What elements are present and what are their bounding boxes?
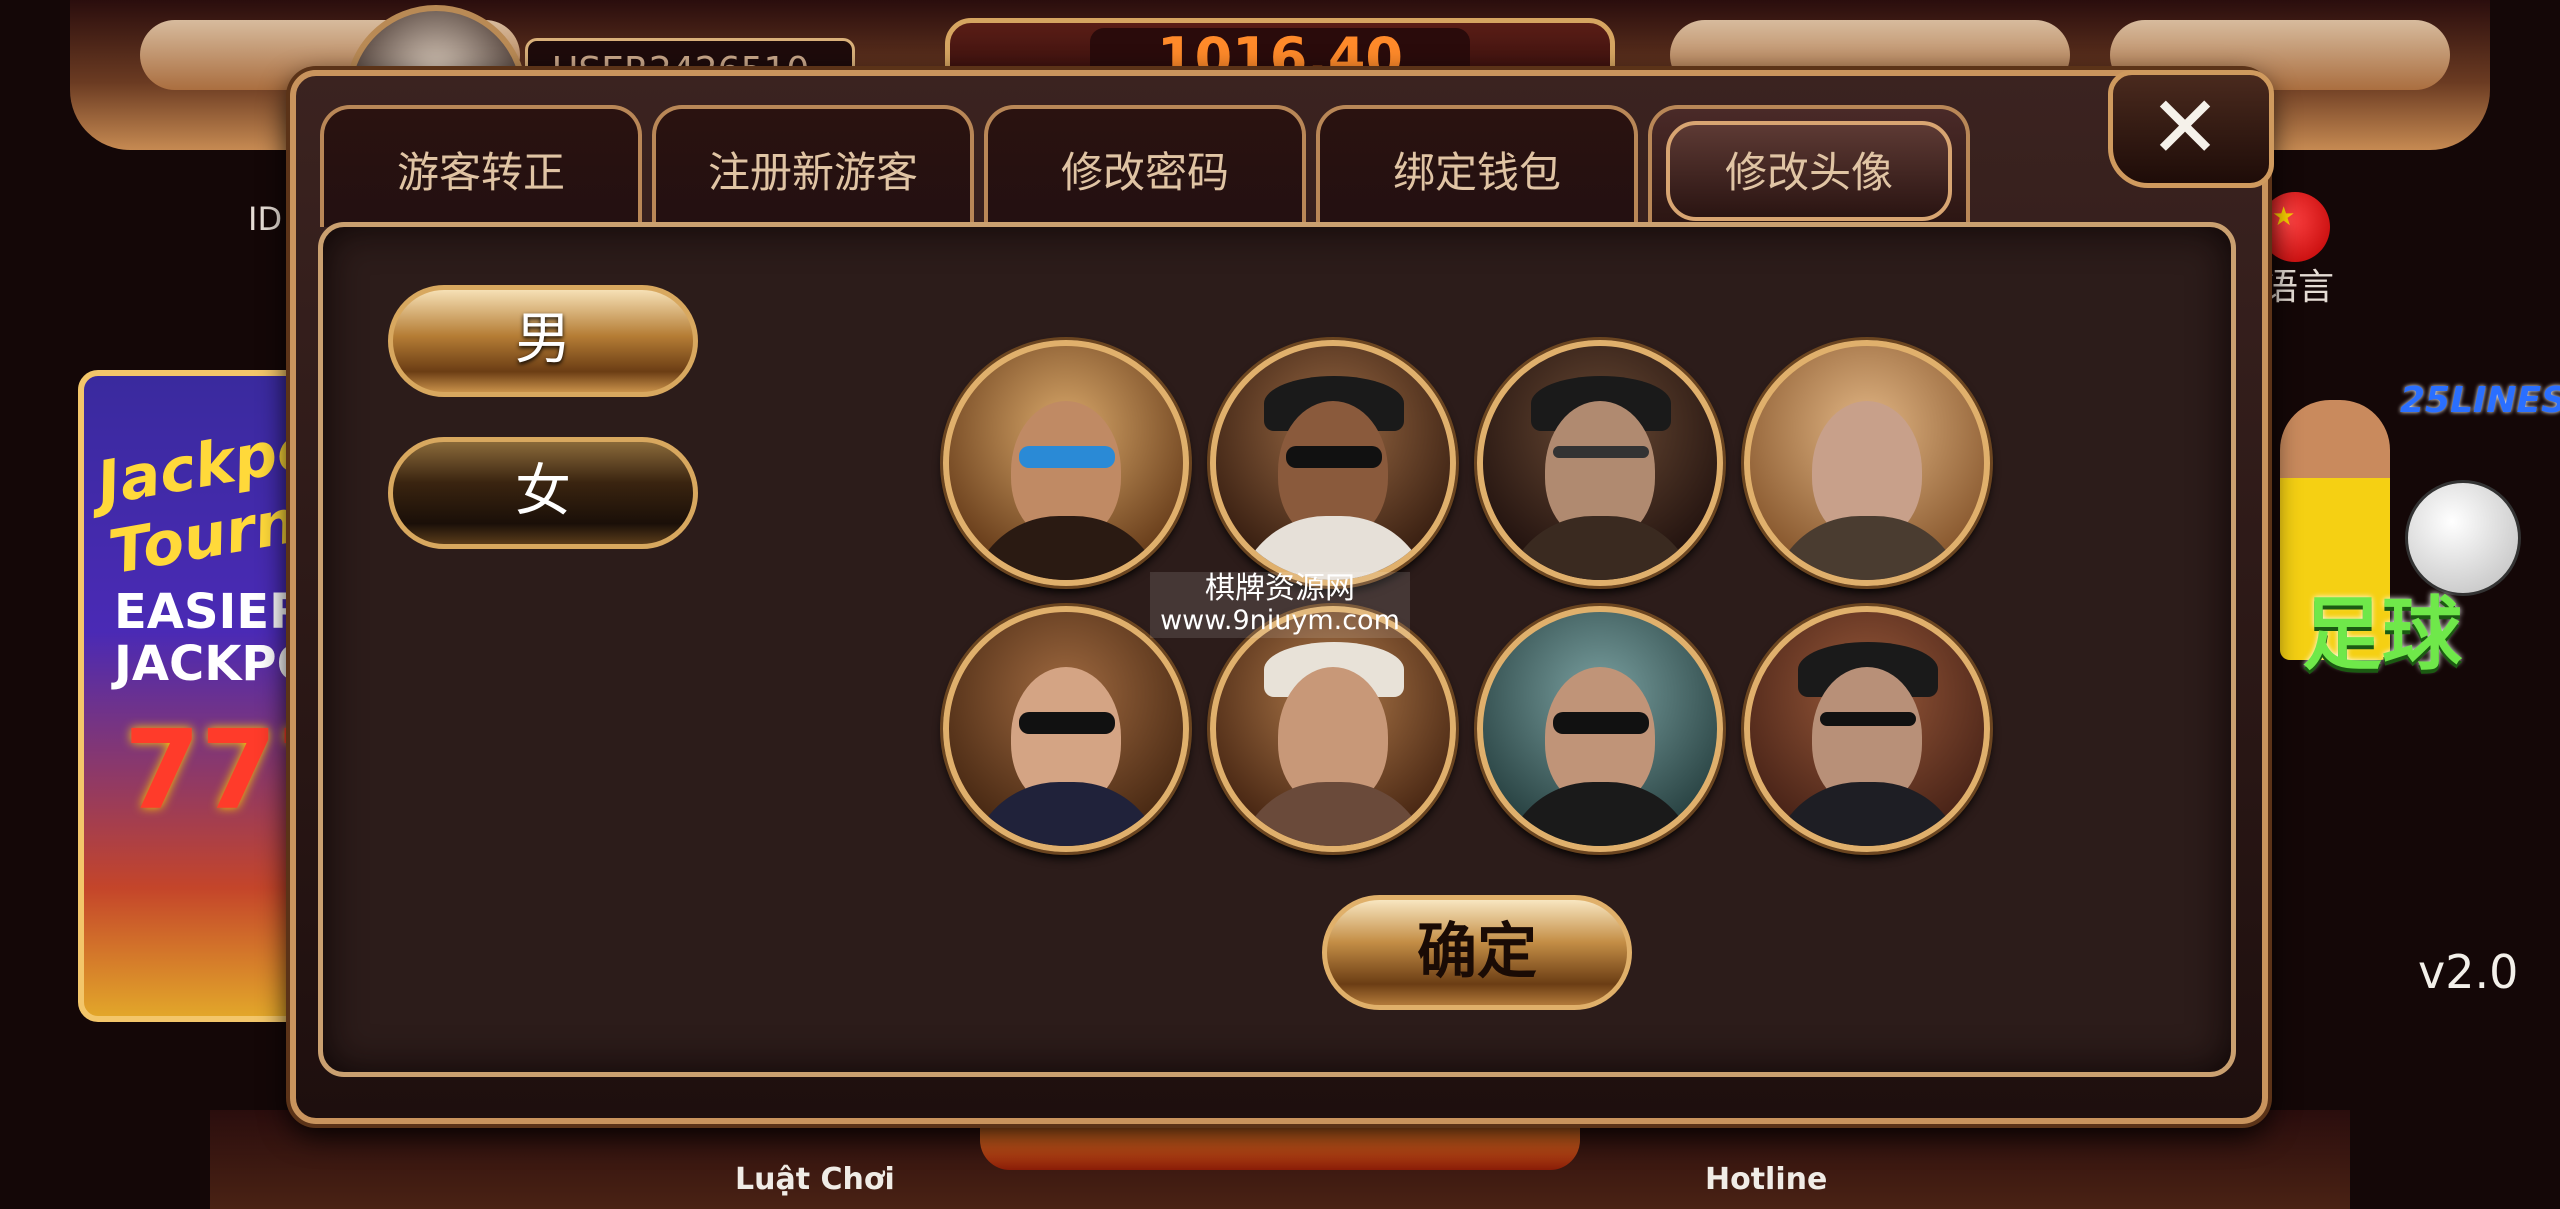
close-button[interactable]: ✕	[2108, 70, 2274, 188]
avatar-body	[1770, 516, 1965, 580]
tab-label: 修改头像	[1724, 148, 1893, 197]
sunglasses-icon	[1553, 712, 1649, 734]
version-label: v2.0	[2418, 945, 2519, 999]
promo-title: Jackpot Tourney	[91, 406, 320, 589]
watermark-line-1: 棋牌资源网	[1205, 571, 1355, 606]
gender-female-button[interactable]: 女	[388, 437, 698, 549]
rules-nav-label[interactable]: Luật Chơi	[735, 1162, 895, 1197]
tab-label: 修改密码	[1060, 148, 1229, 197]
avatar-body	[969, 516, 1164, 580]
language-label: 语言	[2262, 267, 2335, 308]
tab-register-guest[interactable]: 注册新游客	[652, 105, 974, 227]
avatar-body	[1236, 782, 1431, 846]
tab-bind-wallet[interactable]: 绑定钱包	[1316, 105, 1638, 227]
tab-label: 注册新游客	[707, 148, 918, 197]
avatar-option-7[interactable]	[1477, 606, 1723, 852]
glasses-icon	[1553, 446, 1649, 458]
avatar-body	[1770, 782, 1965, 846]
close-icon: ✕	[2149, 78, 2222, 178]
avatar-option-3[interactable]	[1477, 340, 1723, 586]
avatar-body	[1503, 782, 1698, 846]
jackpot-promo-card[interactable]: Jackpot Tourney EASIER JACKPOT 777	[78, 370, 320, 1022]
hotline-nav-label[interactable]: Hotline	[1705, 1162, 1827, 1197]
avatar-option-8[interactable]	[1744, 606, 1990, 852]
sunglasses-icon	[1286, 446, 1382, 468]
sunglasses-icon	[1019, 712, 1115, 734]
sunglasses-icon	[1019, 446, 1115, 468]
avatar-option-4[interactable]	[1744, 340, 1990, 586]
tab-label: 游客转正	[396, 148, 565, 197]
player-id-label: ID	[248, 200, 283, 238]
bottom-center-button[interactable]	[980, 1120, 1580, 1170]
china-flag-icon[interactable]	[2260, 192, 2330, 262]
soccer-game-tile[interactable]: 25LINES 足球	[2270, 380, 2560, 681]
confirm-button[interactable]: 确定	[1322, 895, 1632, 1010]
tab-guest-upgrade[interactable]: 游客转正	[320, 105, 642, 227]
gender-male-button[interactable]: 男	[388, 285, 698, 397]
avatar-option-1[interactable]	[943, 340, 1189, 586]
avatar-body	[969, 782, 1164, 846]
soccer-label: 足球	[2302, 588, 2462, 681]
avatar-body	[1503, 516, 1698, 580]
lines-badge: 25LINES	[2400, 380, 2560, 421]
watermark: 棋牌资源网 www.9niuym.com	[1150, 572, 1410, 638]
tab-change-password[interactable]: 修改密码	[984, 105, 1306, 227]
tab-label: 绑定钱包	[1392, 148, 1561, 197]
sunglasses-icon	[1820, 712, 1916, 726]
tab-change-avatar[interactable]: 修改头像	[1648, 105, 1970, 227]
avatar-option-5[interactable]	[943, 606, 1189, 852]
avatar-option-2[interactable]	[1210, 340, 1456, 586]
avatar-option-6[interactable]	[1210, 606, 1456, 852]
watermark-line-2: www.9niuym.com	[1160, 605, 1400, 636]
